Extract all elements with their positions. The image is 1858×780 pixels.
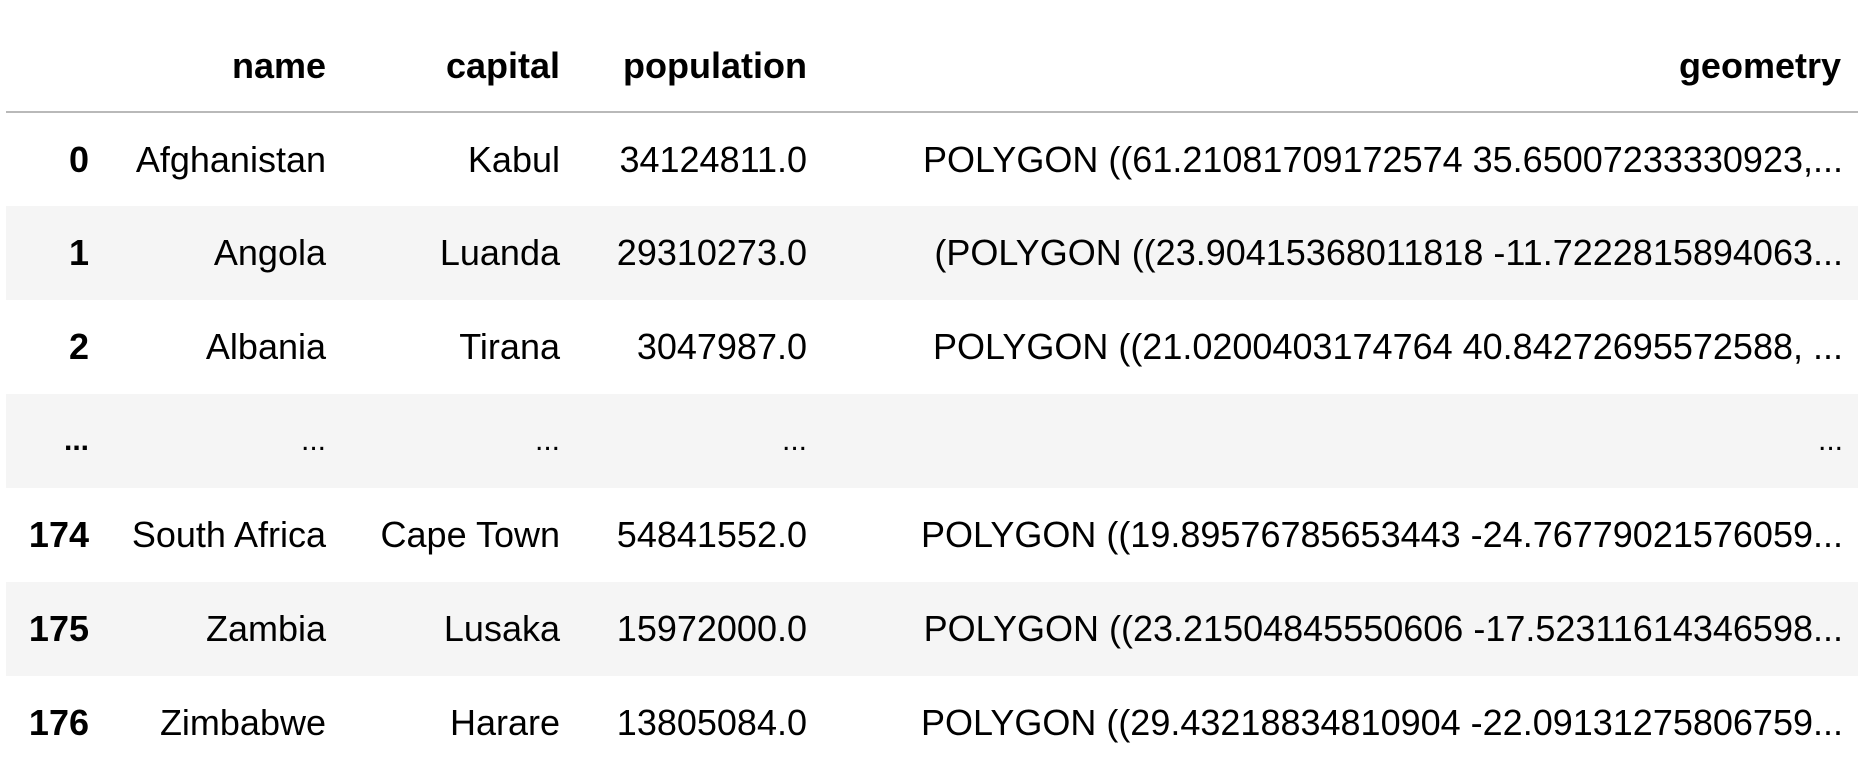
cell-name: Zimbabwe (159, 702, 326, 743)
ellipsis-row: ... ... ... ... ... (6, 394, 1858, 488)
row-index: 0 (68, 138, 89, 180)
cell-geometry: POLYGON ((19.89576785653443 -24.76779021… (920, 514, 1843, 555)
cell-capital: Luanda (439, 232, 560, 273)
column-header-capital: capital (343, 21, 577, 113)
cell-geometry: POLYGON ((29.43218834810904 -22.09131275… (920, 702, 1843, 743)
cell-population: 15972000.0 (616, 608, 807, 649)
table-row: 0 Afghanistan Kabul 34124811.0 POLYGON (… (6, 112, 1858, 206)
row-index: 2 (68, 326, 89, 367)
cell-geometry: POLYGON ((21.0200403174764 40.8427269557… (932, 326, 1843, 367)
row-index: 174 (28, 514, 89, 555)
column-header-population: population (577, 21, 824, 113)
table-header: name capital population geometry (6, 21, 1858, 113)
cell-name: ... (300, 424, 326, 457)
cell-capital: Lusaka (443, 608, 560, 649)
cell-population: 54841552.0 (616, 514, 807, 555)
notebook-output-area: name capital population geometry 0 Afgha… (0, 0, 1858, 780)
cell-geometry: POLYGON ((23.21504845550606 -17.52311614… (923, 608, 1843, 649)
column-header-name: name (106, 21, 343, 113)
header-row: name capital population geometry (6, 21, 1858, 113)
cell-population: ... (781, 424, 807, 457)
table-row: 174 South Africa Cape Town 54841552.0 PO… (6, 488, 1858, 582)
cell-name: Angola (213, 232, 326, 273)
row-index: 176 (28, 702, 89, 743)
row-index: 175 (28, 608, 89, 649)
cell-capital: Tirana (459, 326, 560, 367)
column-header-geometry: geometry (824, 21, 1858, 113)
cell-population: 13805084.0 (616, 702, 807, 743)
cell-capital: ... (534, 424, 560, 457)
cell-geometry: (POLYGON ((23.90415368011818 -11.7222815… (934, 232, 1843, 273)
cell-geometry: ... (1817, 424, 1843, 457)
cell-population: 29310273.0 (616, 232, 807, 273)
table-row: 175 Zambia Lusaka 15972000.0 POLYGON ((2… (6, 582, 1858, 676)
table-row: 1 Angola Luanda 29310273.0 (POLYGON ((23… (6, 206, 1858, 300)
row-index: 1 (68, 232, 89, 273)
cell-geometry: POLYGON ((61.21081709172574 35.650072333… (922, 138, 1843, 180)
index-column-header (6, 21, 106, 113)
geodataframe-table: name capital population geometry 0 Afgha… (6, 21, 1858, 770)
cell-population: 34124811.0 (619, 138, 807, 180)
table-body: 0 Afghanistan Kabul 34124811.0 POLYGON (… (6, 112, 1858, 770)
cell-population: 3047987.0 (636, 326, 807, 367)
table-row: 176 Zimbabwe Harare 13805084.0 POLYGON (… (6, 676, 1858, 770)
cell-name: South Africa (131, 514, 326, 555)
table-row: 2 Albania Tirana 3047987.0 POLYGON ((21.… (6, 300, 1858, 394)
cell-name: Albania (205, 326, 326, 367)
cell-capital: Cape Town (380, 514, 560, 555)
cell-name: Afghanistan (135, 138, 326, 180)
cell-capital: Harare (449, 702, 560, 743)
cell-capital: Kabul (467, 138, 560, 180)
cell-name: Zambia (205, 608, 326, 649)
row-index: ... (63, 424, 89, 457)
